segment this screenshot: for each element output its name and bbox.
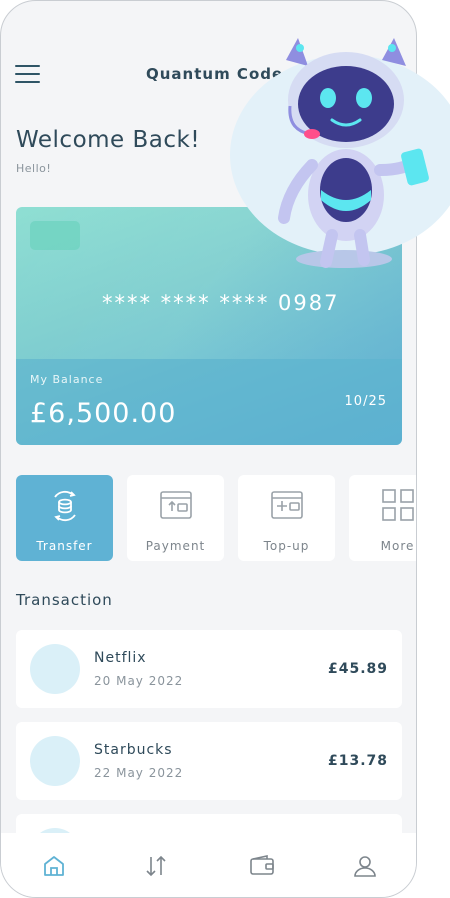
- transaction-row[interactable]: Starbucks 22 May 2022 £13.78: [16, 722, 402, 800]
- wallet-icon[interactable]: [249, 853, 275, 879]
- more-button[interactable]: More: [349, 475, 416, 561]
- merchant-avatar: [30, 644, 80, 694]
- card-number: **** **** **** 0987: [102, 291, 340, 315]
- quick-actions: Transfer Payment Top-up More: [16, 475, 416, 561]
- profile-icon[interactable]: [352, 853, 378, 879]
- balance-label: My Balance: [30, 373, 104, 386]
- transfer-label: Transfer: [36, 539, 93, 553]
- merchant-avatar: [30, 736, 80, 786]
- bottom-nav: [1, 833, 416, 897]
- transactions-title: Transaction: [16, 591, 113, 609]
- balance-amount: £6,500.00: [30, 398, 177, 429]
- payment-icon: [159, 491, 192, 519]
- transfer-button[interactable]: Transfer: [16, 475, 113, 561]
- transfer-arrows-icon[interactable]: [143, 853, 169, 879]
- card-expiry: 10/25: [344, 394, 387, 409]
- payment-button[interactable]: Payment: [127, 475, 224, 561]
- transaction-date: 22 May 2022: [94, 766, 184, 780]
- top-up-icon: [270, 491, 303, 519]
- grid-icon: [381, 489, 414, 521]
- welcome-title: Welcome Back!: [16, 127, 201, 153]
- robot-mascot-illustration: [230, 38, 450, 268]
- transaction-amount: £45.89: [327, 661, 388, 677]
- card-chip: [30, 221, 80, 250]
- hamburger-menu-icon[interactable]: [15, 65, 40, 85]
- transaction-amount: £13.78: [327, 753, 388, 769]
- home-icon[interactable]: [41, 853, 67, 879]
- top-up-button[interactable]: Top-up: [238, 475, 335, 561]
- transaction-date: 20 May 2022: [94, 674, 184, 688]
- transaction-name: Starbucks: [94, 742, 173, 758]
- top-up-label: Top-up: [263, 539, 310, 553]
- transaction-row[interactable]: Netflix 20 May 2022 £45.89: [16, 630, 402, 708]
- welcome-subtitle: Hello!: [16, 162, 52, 175]
- transfer-icon: [53, 490, 76, 522]
- transaction-name: Netflix: [94, 650, 147, 666]
- payment-label: Payment: [145, 539, 206, 553]
- more-label: More: [380, 539, 415, 553]
